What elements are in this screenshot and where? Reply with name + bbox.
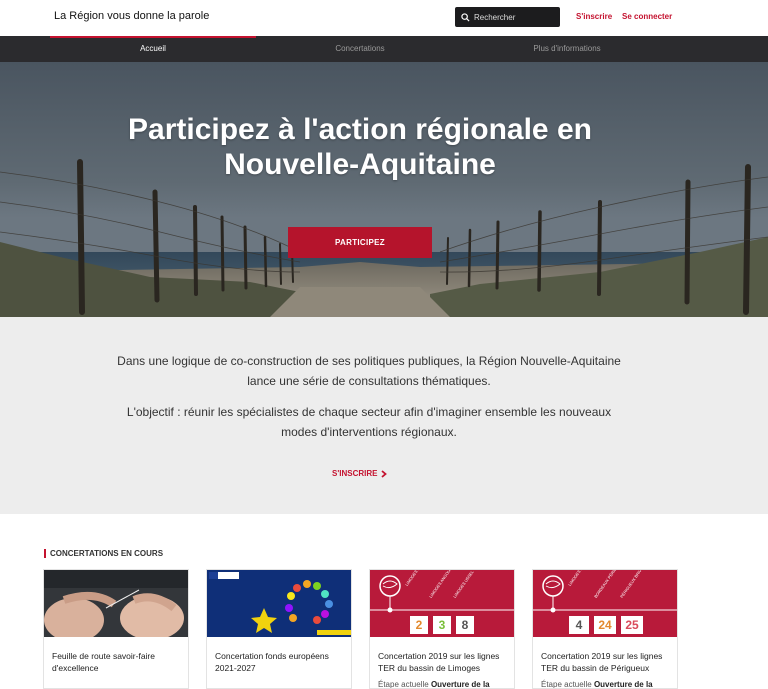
concertation-card[interactable]: 2 3 8 LIMOGES POITIERS LIMOGES ANGOULÊME… [369,569,515,689]
hero-title-line1: Participez à l'action régionale en [128,113,592,146]
search-box[interactable] [455,7,560,27]
card-title: Concertation 2019 sur les lignes TER du … [541,651,663,673]
intro-paragraph-1: Dans une logique de co-construction de s… [117,354,621,388]
line-number-badge: 2 [415,618,423,632]
search-input[interactable] [474,12,554,22]
line-number-badge: 4 [575,618,583,632]
line-number-badge: 8 [461,618,469,632]
card-image-eu-funds [207,570,351,637]
concertation-card[interactable]: Feuille de route savoir-faire d'excellen… [43,569,189,689]
concertation-card[interactable]: Concertation fonds européens 2021-2027 [206,569,352,689]
tab-concertations[interactable]: Concertations [257,36,463,62]
intro-section: Dans une logique de co-construction de s… [0,317,768,514]
intro-paragraph-2: L'objectif : réunir les spécialistes de … [126,405,612,439]
tab-plus-informations[interactable]: Plus d'informations [464,36,670,62]
site-title[interactable]: La Région vous donne la parole [54,10,209,22]
signup-cta-label: S'INSCRIRE [332,469,378,478]
chevron-right-icon [381,469,388,478]
main-nav: Accueil Concertations Plus d'information… [0,36,768,62]
signup-link[interactable]: S'inscrire [576,12,612,21]
section-heading-concertations: CONCERTATIONS EN COURS [44,549,163,558]
card-title: Feuille de route savoir-faire d'excellen… [52,651,155,673]
concertation-card[interactable]: 4 24 25 LIMOGES PÉRIGUEUX BORDEAUX PÉRIG… [532,569,678,689]
line-number-badge: 3 [438,618,446,632]
card-step: Étape actuelle Ouverture de la [378,680,490,689]
tab-accueil[interactable]: Accueil [50,36,256,62]
login-link[interactable]: Se connecter [622,12,672,21]
hero-banner: Participez à l'action régionale en Nouve… [0,62,768,317]
signup-cta-link[interactable]: S'INSCRIRE [332,469,388,478]
card-image-ter-perigueux: 4 24 25 LIMOGES PÉRIGUEUX BORDEAUX PÉRIG… [533,570,677,637]
card-title: Concertation fonds européens 2021-2027 [215,651,329,673]
card-image-ter-limoges: 2 3 8 LIMOGES POITIERS LIMOGES ANGOULÊME… [370,570,514,637]
card-image-sewing [44,570,188,637]
line-number-badge: 24 [598,618,612,632]
card-title: Concertation 2019 sur les lignes TER du … [378,651,500,673]
hero-title: Participez à l'action régionale en Nouve… [0,112,720,182]
hero-title-line2: Nouvelle-Aquitaine [224,148,496,181]
search-icon [461,12,470,22]
hero-background-image [0,62,768,317]
line-number-badge: 25 [625,618,639,632]
card-step: Étape actuelle Ouverture de la [541,680,653,689]
top-header: La Région vous donne la parole S'inscrir… [0,0,768,36]
participate-button[interactable]: PARTICIPEZ [288,227,432,258]
